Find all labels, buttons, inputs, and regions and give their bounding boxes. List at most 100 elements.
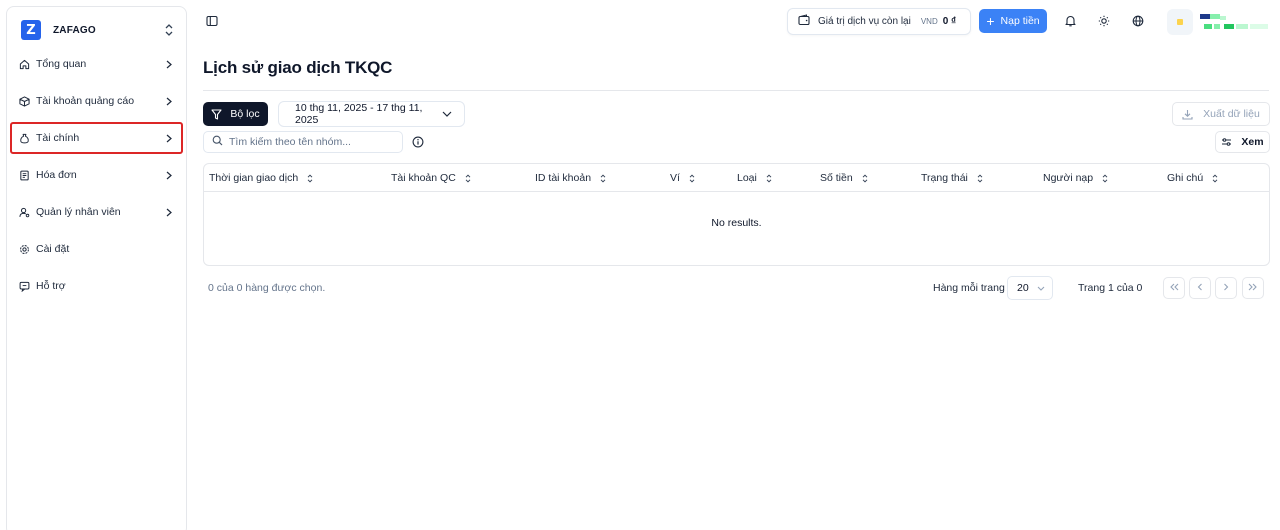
panel-left-icon (206, 15, 218, 30)
chevron-down-icon (442, 111, 452, 117)
search-icon (212, 135, 223, 149)
chevron-right-icon (166, 170, 174, 180)
brand-name: ZAFAGO (53, 24, 96, 36)
sidebar-item-label: Tổng quan (36, 58, 87, 70)
user-cog-icon (18, 206, 30, 218)
view-options-button[interactable]: Xem (1215, 131, 1270, 153)
chevron-right-icon (166, 59, 174, 69)
sidebar-item-support[interactable]: Hỗ trợ (11, 271, 182, 301)
sidebar-item-label: Tài chính (36, 132, 80, 144)
column-header-note[interactable]: Ghi chú (1167, 164, 1218, 192)
chevron-down-icon (1037, 286, 1045, 291)
info-icon[interactable] (412, 136, 424, 148)
chevron-left-icon (1197, 282, 1203, 294)
balance-currency: VND (920, 17, 938, 26)
search-input[interactable] (229, 136, 399, 148)
chevrons-right-icon (1248, 282, 1258, 294)
column-label: Loại (737, 172, 757, 184)
column-label: Tài khoản QC (391, 172, 456, 184)
download-icon (1182, 109, 1193, 120)
first-page-button[interactable] (1163, 277, 1185, 299)
sort-icon (465, 173, 471, 183)
column-label: Người nạp (1043, 172, 1094, 184)
plus-icon: + (986, 13, 995, 29)
sidebar-item-staff[interactable]: Quản lý nhân viên (11, 197, 182, 227)
column-label: Ghi chú (1167, 172, 1204, 184)
wallet-icon (798, 14, 810, 29)
column-header-wallet[interactable]: Ví (670, 164, 695, 192)
sort-icon (977, 173, 983, 183)
chevron-right-icon (1223, 282, 1229, 294)
sidebar-toggle-button[interactable] (203, 13, 221, 31)
chevron-right-icon (166, 133, 174, 143)
selected-rows-count: 0 của 0 hàng được chọn. (208, 282, 326, 294)
sort-icon (1212, 173, 1218, 183)
sidebar-item-label: Hóa đơn (36, 169, 77, 181)
deposit-button[interactable]: + Nạp tiền (979, 9, 1047, 33)
balance-label: Giá trị dịch vụ còn lại (818, 16, 911, 27)
box-icon (18, 95, 30, 107)
sidebar-item-label: Quản lý nhân viên (36, 206, 121, 218)
export-data-button[interactable]: Xuất dữ liệu (1172, 102, 1270, 126)
chevron-right-icon (166, 207, 174, 217)
column-header-account-id[interactable]: ID tài khoản (535, 164, 606, 192)
deposit-label: Nạp tiền (1000, 15, 1040, 27)
column-header-time[interactable]: Thời gian giao dịch (209, 164, 313, 192)
column-header-status[interactable]: Trạng thái (921, 164, 983, 192)
column-label: Thời gian giao dịch (209, 172, 299, 184)
date-range-label: 10 thg 11, 2025 - 17 thg 11, 2025 (295, 102, 423, 126)
sort-icon (1102, 173, 1108, 183)
rows-per-page-select[interactable]: 20 (1007, 276, 1053, 300)
column-label: Ví (670, 172, 680, 184)
gear-icon (18, 243, 30, 255)
brand-logo: Z (21, 20, 41, 40)
sort-icon (862, 173, 868, 183)
sidebar-item-settings[interactable]: Cài đặt (11, 234, 182, 264)
sidebar-item-finance[interactable]: Tài chính (10, 122, 183, 154)
user-info[interactable] (1200, 14, 1270, 32)
column-label: Số tiền (820, 172, 853, 184)
sidebar-item-ad-accounts[interactable]: Tài khoản quảng cáo (11, 86, 182, 116)
column-label: Trạng thái (921, 172, 968, 184)
export-label: Xuất dữ liệu (1203, 108, 1260, 120)
sidebar-nav: Tổng quan Tài khoản quảng cáo Tài chính … (10, 49, 183, 308)
home-icon (18, 58, 30, 70)
money-bag-icon (18, 132, 30, 144)
filter-icon (211, 108, 222, 120)
column-header-amount[interactable]: Số tiền (820, 164, 868, 192)
sidebar-item-label: Hỗ trợ (36, 280, 66, 292)
sidebar-item-overview[interactable]: Tổng quan (11, 49, 182, 79)
empty-state: No results. (711, 217, 762, 229)
filter-button[interactable]: Bộ lọc (203, 102, 268, 126)
filter-label: Bộ lọc (230, 108, 260, 120)
column-header-depositor[interactable]: Người nạp (1043, 164, 1108, 192)
last-page-button[interactable] (1242, 277, 1264, 299)
receipt-icon (18, 169, 30, 181)
workspace-switcher[interactable]: Z ZAFAGO (21, 19, 176, 41)
previous-page-button[interactable] (1189, 277, 1211, 299)
divider (203, 90, 1269, 91)
chevrons-left-icon (1169, 282, 1179, 294)
sidebar-item-invoices[interactable]: Hóa đơn (11, 160, 182, 190)
sliders-icon (1221, 137, 1232, 147)
page-title: Lịch sử giao dịch TKQC (203, 58, 393, 77)
avatar[interactable] (1167, 9, 1193, 35)
table-header: Thời gian giao dịch Tài khoản QC ID tài … (204, 164, 1269, 192)
rows-per-page-label: Hàng mỗi trang (933, 282, 1005, 294)
next-page-button[interactable] (1215, 277, 1237, 299)
column-header-ad-account[interactable]: Tài khoản QC (391, 164, 471, 192)
bell-icon[interactable] (1062, 13, 1078, 29)
globe-icon[interactable] (1130, 13, 1146, 29)
search-box[interactable] (203, 131, 403, 153)
sort-icon (766, 173, 772, 183)
sun-icon[interactable] (1096, 13, 1112, 29)
sort-icon (689, 173, 695, 183)
service-balance[interactable]: Giá trị dịch vụ còn lại VND 0 ₫ (787, 8, 971, 35)
date-range-picker[interactable]: 10 thg 11, 2025 - 17 thg 11, 2025 (278, 101, 465, 127)
sidebar: Z ZAFAGO Tổng quan Tài khoản quảng cáo T… (6, 6, 187, 530)
column-header-type[interactable]: Loại (737, 164, 772, 192)
sidebar-item-label: Cài đặt (36, 243, 70, 255)
sort-icon (600, 173, 606, 183)
rows-per-page-value: 20 (1017, 282, 1029, 294)
sidebar-item-label: Tài khoản quảng cáo (36, 95, 135, 107)
